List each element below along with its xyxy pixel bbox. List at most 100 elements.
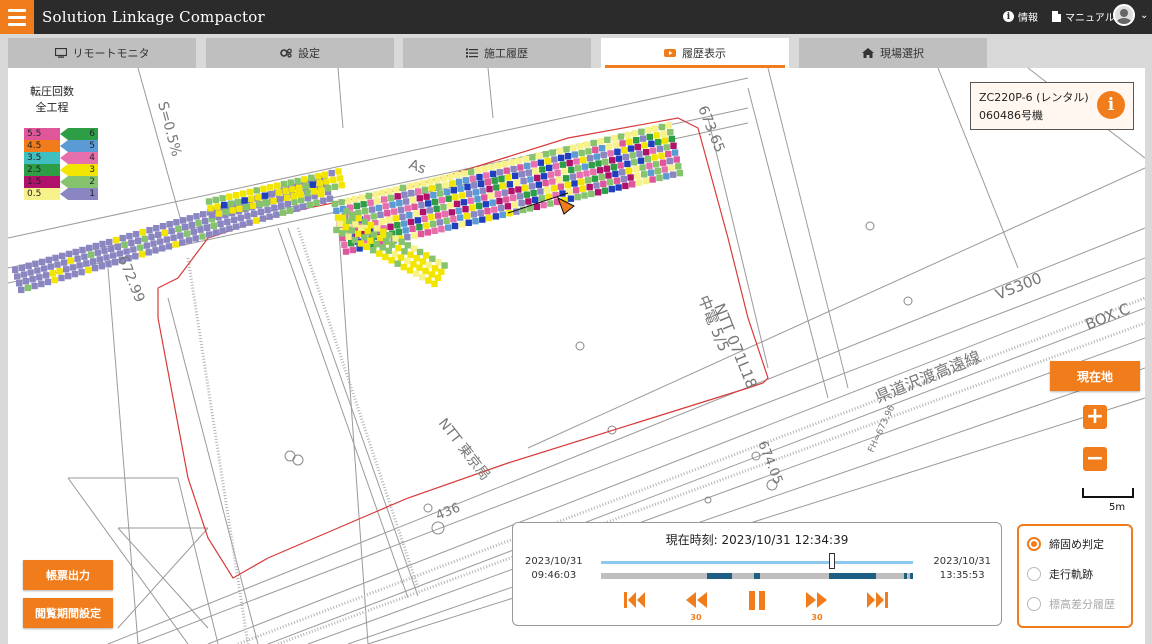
- heatmap-cell: [413, 255, 420, 262]
- heatmap-cell: [437, 190, 444, 197]
- heatmap-cell: [417, 230, 425, 238]
- heatmap-cell: [351, 236, 358, 244]
- heatmap-cell: [251, 210, 258, 218]
- heatmap-cell: [374, 225, 381, 232]
- heatmap-cell: [379, 189, 386, 196]
- heatmap-cell: [76, 262, 83, 269]
- heatmap-cell: [349, 246, 356, 254]
- rewind-button[interactable]: 30: [682, 589, 710, 622]
- radio-checked-icon[interactable]: [1027, 537, 1041, 551]
- heatmap-cell: [271, 204, 278, 212]
- current-location-button[interactable]: 現在地: [1050, 361, 1140, 391]
- map-view[interactable]: S=0.5% As 673.65 672.99 VS300 BOX.C 県道沢渡…: [8, 68, 1145, 644]
- heatmap-cell: [479, 187, 486, 194]
- heatmap-cell: [626, 138, 633, 145]
- heatmap-cell: [508, 159, 516, 166]
- heatmap-cell: [237, 214, 244, 222]
- heatmap-cell: [18, 264, 26, 271]
- heatmap-cell: [338, 199, 345, 206]
- heatmap-cell: [453, 200, 461, 208]
- manual-link[interactable]: マニュアル: [1052, 9, 1115, 24]
- heatmap-cell: [375, 204, 383, 212]
- plus-icon: +: [1085, 404, 1105, 429]
- heatmap-cell: [600, 180, 607, 188]
- heatmap-cell: [339, 214, 347, 221]
- heatmap-cell: [585, 148, 592, 155]
- tab-settings[interactable]: 設定: [206, 38, 394, 68]
- heatmap-cell: [636, 150, 643, 157]
- heatmap-cell: [79, 246, 86, 254]
- heatmap-cell: [564, 153, 572, 160]
- info-link[interactable]: i 情報: [1003, 9, 1038, 24]
- heatmap-cell: [586, 183, 593, 191]
- legend-row: 1.5 2: [24, 176, 104, 188]
- user-avatar[interactable]: [1113, 4, 1135, 26]
- heatmap-cell: [289, 186, 296, 193]
- tab-site-selection[interactable]: 現場選択: [799, 38, 987, 68]
- heatmap-cell: [330, 176, 337, 184]
- heatmap-cell: [450, 187, 457, 194]
- heatmap-cell: [408, 189, 415, 197]
- legend-row: 4.5 5: [24, 140, 104, 152]
- heatmap-cell: [12, 266, 19, 273]
- heatmap-cell: [56, 268, 63, 275]
- playback-slider-thumb[interactable]: [828, 553, 835, 569]
- skip-to-start-button[interactable]: [621, 589, 649, 611]
- elevation-label-1: 673.65: [694, 104, 727, 155]
- heatmap-cell: [173, 219, 180, 226]
- heatmap-cell: [617, 133, 625, 140]
- tab-history-view[interactable]: 履歴表示: [601, 38, 789, 68]
- heatmap-cell: [459, 192, 466, 199]
- report-output-button[interactable]: 帳票出力: [23, 560, 113, 590]
- heatmap-cell: [452, 193, 459, 201]
- heatmap-cell: [570, 144, 577, 151]
- heatmap-cell: [391, 251, 399, 258]
- heatmap-cell: [671, 149, 679, 156]
- heatmap-cell: [376, 234, 384, 242]
- legend-row: 2.5 3: [24, 164, 104, 176]
- legend-upper-value: 6: [60, 128, 98, 140]
- playback-slider-track[interactable]: [601, 561, 913, 564]
- pause-button[interactable]: [743, 589, 771, 611]
- heatmap-cell: [376, 250, 383, 257]
- hamburger-menu-button[interactable]: [0, 0, 34, 34]
- radio-unchecked-icon[interactable]: [1027, 567, 1041, 581]
- heatmap-cell: [253, 217, 260, 224]
- viewing-period-button[interactable]: 閲覧期間設定: [23, 598, 113, 628]
- heatmap-cell: [392, 215, 399, 222]
- heatmap-cell: [323, 178, 330, 185]
- heatmap-cell: [540, 201, 547, 209]
- heatmap-cell: [537, 188, 544, 195]
- zoom-out-button[interactable]: −: [1083, 447, 1107, 471]
- heatmap-cell: [649, 176, 656, 183]
- chevron-down-icon[interactable]: ⌄: [1140, 10, 1148, 21]
- top-header: Solution Linkage Compactor i 情報 マニュアル ⌄: [0, 0, 1152, 34]
- info-icon[interactable]: i: [1097, 91, 1125, 119]
- zoom-in-button[interactable]: +: [1083, 405, 1107, 429]
- heatmap-cell: [431, 265, 439, 272]
- heatmap-cell: [612, 141, 619, 149]
- heatmap-cell: [656, 174, 663, 182]
- heatmap-cell: [18, 286, 25, 294]
- mode-compaction-judgement[interactable]: 締固め判定: [1027, 534, 1104, 554]
- heatmap-cell: [503, 196, 510, 203]
- heatmap-cell: [423, 193, 430, 200]
- heatmap-cell: [646, 133, 653, 141]
- heatmap-cell: [462, 206, 469, 213]
- heatmap-cell: [159, 223, 167, 230]
- tab-remote-monitor[interactable]: リモートモニタ: [8, 38, 196, 68]
- heatmap-cell: [61, 259, 68, 266]
- heatmap-cell: [215, 210, 223, 217]
- heatmap-cell: [27, 269, 34, 276]
- heatmap-cell: [346, 217, 353, 225]
- heatmap-cell: [234, 198, 241, 206]
- mode-travel-track[interactable]: 走行軌跡: [1027, 564, 1093, 584]
- heatmap-cell: [275, 189, 282, 196]
- heatmap-cell: [557, 183, 564, 190]
- heatmap-cell: [549, 178, 556, 185]
- fast-forward-button[interactable]: 30: [803, 589, 831, 622]
- skip-to-end-button[interactable]: [864, 589, 892, 611]
- tab-construction-history[interactable]: 施工履歴: [403, 38, 591, 68]
- heatmap-cell: [431, 198, 439, 206]
- start-time: 09:46:03: [531, 570, 577, 581]
